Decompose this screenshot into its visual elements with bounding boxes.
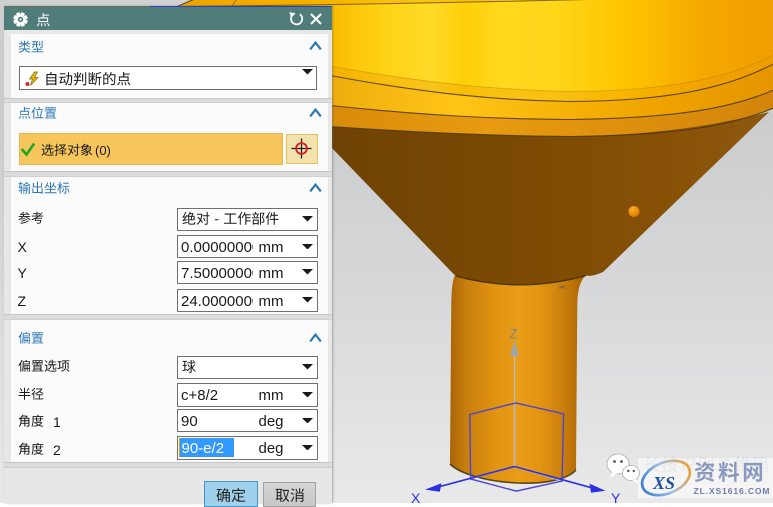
svg-text:Z: Z xyxy=(510,327,518,342)
svg-text:X: X xyxy=(411,490,421,503)
svg-text:XS: XS xyxy=(652,473,675,493)
svg-text:ZL.XS1616.COM: ZL.XS1616.COM xyxy=(694,486,771,496)
svg-text:Y: Y xyxy=(611,490,621,503)
